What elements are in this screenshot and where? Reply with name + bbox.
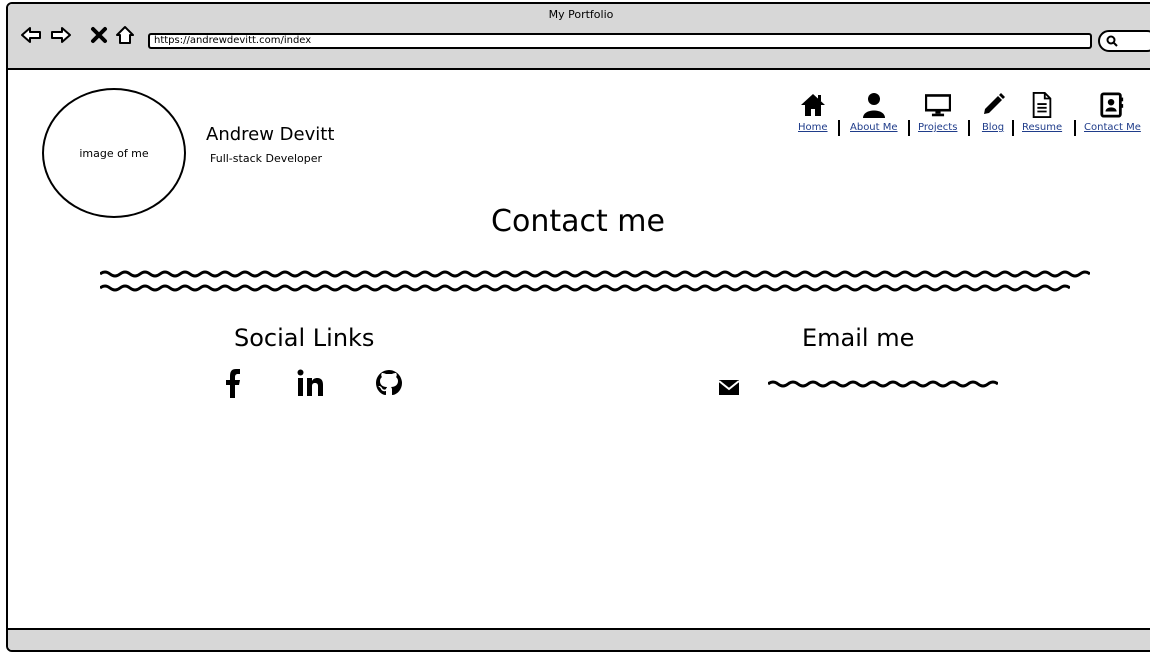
profile-name: Andrew Devitt [206, 124, 335, 145]
window-title: My Portfolio [548, 8, 614, 21]
placeholder-text-line [100, 284, 1070, 292]
nav-divider [968, 120, 970, 136]
social-links-title: Social Links [234, 324, 375, 352]
nav-link-projects[interactable]: Projects [918, 122, 957, 133]
monitor-icon [924, 88, 951, 118]
back-arrow-icon[interactable] [20, 24, 42, 46]
pencil-icon [980, 88, 1006, 118]
page-title: Contact me [491, 204, 665, 239]
github-icon[interactable] [374, 368, 404, 402]
status-bar [8, 628, 1150, 650]
home-icon [800, 88, 826, 118]
nav-divider [1074, 120, 1076, 136]
forward-arrow-icon[interactable] [50, 24, 72, 46]
document-icon [1029, 88, 1055, 118]
nav-item-contact-me[interactable]: Contact Me [1084, 88, 1141, 133]
url-input[interactable]: https://andrewdevitt.com/index [148, 33, 1092, 49]
nav-link-contact-me[interactable]: Contact Me [1084, 122, 1141, 133]
nav-item-blog[interactable]: Blog [980, 88, 1006, 133]
home-outline-icon[interactable] [114, 24, 136, 46]
profile-role: Full-stack Developer [210, 152, 323, 165]
nav-item-projects[interactable]: Projects [918, 88, 957, 133]
search-icon [1106, 35, 1118, 47]
close-x-icon[interactable] [88, 24, 110, 46]
nav-link-blog[interactable]: Blog [982, 122, 1004, 133]
email-me-title: Email me [802, 324, 915, 352]
nav-item-resume[interactable]: Resume [1022, 88, 1062, 133]
search-field[interactable] [1098, 30, 1150, 52]
page-content: image of me Andrew Devitt Full-stack Dev… [8, 72, 1150, 632]
nav-item-home[interactable]: Home [798, 88, 828, 133]
nav-link-resume[interactable]: Resume [1022, 122, 1062, 133]
nav-divider [1012, 120, 1014, 136]
nav-divider [908, 120, 910, 136]
nav-item-about-me[interactable]: About Me [850, 88, 898, 133]
linkedin-icon[interactable] [296, 368, 326, 402]
placeholder-text-line [100, 270, 1090, 278]
email-address-placeholder[interactable] [768, 380, 998, 388]
avatar-label: image of me [79, 146, 149, 160]
nav-divider [838, 120, 840, 136]
nav-link-about-me[interactable]: About Me [850, 122, 898, 133]
facebook-icon[interactable] [218, 368, 248, 402]
user-icon [861, 88, 887, 118]
avatar: image of me [42, 88, 186, 218]
browser-window: My Portfolio https://andrewdevitt.com/in… [6, 2, 1150, 652]
envelope-icon[interactable] [718, 378, 740, 400]
browser-toolbar: My Portfolio https://andrewdevitt.com/in… [8, 4, 1150, 70]
contact-card-icon [1099, 88, 1125, 118]
nav-link-home[interactable]: Home [798, 122, 828, 133]
